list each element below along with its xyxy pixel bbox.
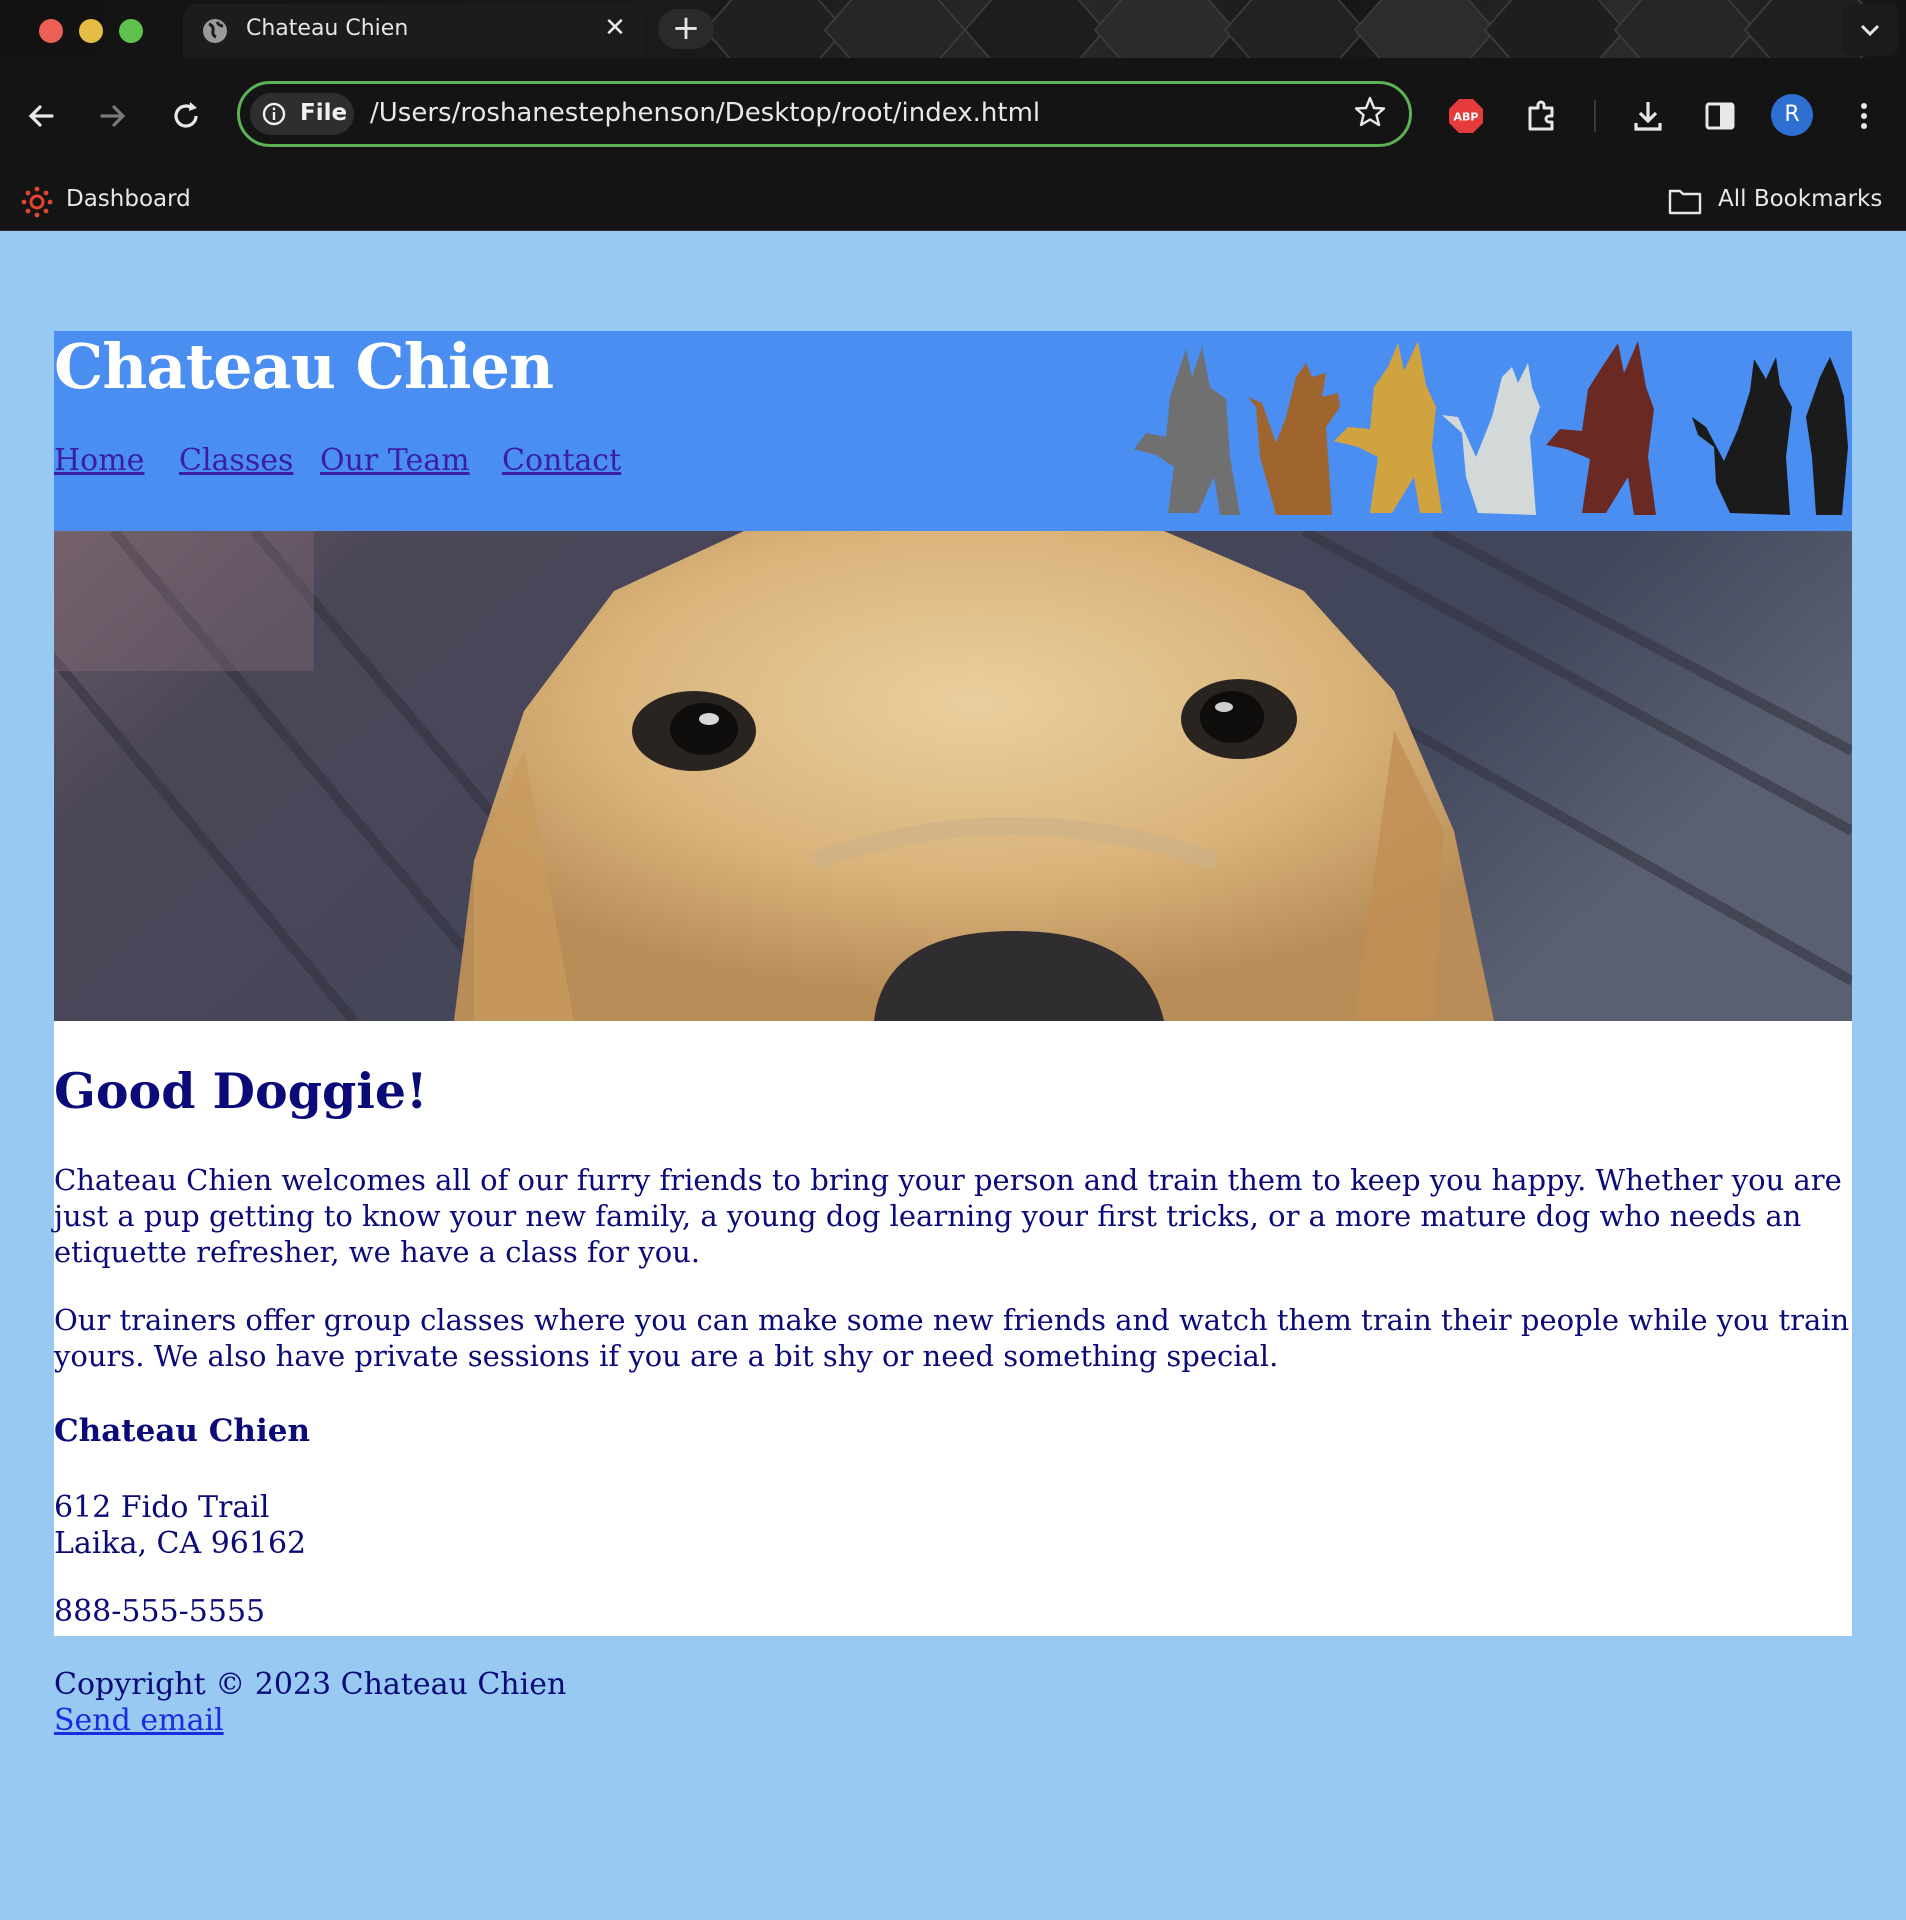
side-panel-icon[interactable]: [1700, 96, 1740, 136]
intro-paragraph: Chateau Chien welcomes all of our furry …: [54, 1163, 1842, 1269]
tab-active[interactable]: Chateau Chien ✕: [183, 4, 643, 58]
tab-strip: Chateau Chien ✕ +: [0, 0, 1906, 58]
dashboard-favicon-icon: [21, 186, 53, 218]
adblock-badge-label: ABP: [1454, 111, 1479, 124]
address-bar[interactable]: File /Users/roshanestephenson/Desktop/ro…: [237, 81, 1412, 147]
bookmarks-bar: Dashboard All Bookmarks: [0, 172, 1906, 231]
info-icon: [262, 102, 286, 126]
folder-icon: [1668, 189, 1702, 215]
nav-link-contact[interactable]: Contact: [502, 443, 621, 478]
new-tab-button[interactable]: +: [658, 9, 714, 49]
window-minimize-button[interactable]: [79, 19, 103, 43]
globe-icon: [203, 19, 227, 43]
main-heading: Good Doggie!: [54, 1062, 428, 1120]
nav-link-home[interactable]: Home: [54, 443, 144, 478]
address-city: Laika, CA 96162: [54, 1526, 307, 1561]
tab-title: Chateau Chien: [246, 16, 409, 41]
tab-close-icon[interactable]: ✕: [599, 12, 631, 44]
profile-avatar[interactable]: R: [1771, 94, 1813, 136]
footer-copyright: Copyright © 2023 Chateau Chien: [54, 1667, 567, 1702]
page-container: Chateau Chien Home Classes Our Team Cont…: [54, 331, 1852, 1636]
nav-link-our-team[interactable]: Our Team: [320, 443, 470, 478]
kebab-menu-icon[interactable]: [1844, 96, 1884, 136]
classes-paragraph: Our trainers offer group classes where y…: [54, 1303, 1850, 1373]
extensions-icon[interactable]: [1522, 96, 1562, 136]
address-street: 612 Fido Trail: [54, 1490, 270, 1525]
hero-dog-image: [54, 531, 1852, 1021]
forward-icon[interactable]: [92, 96, 132, 136]
download-icon[interactable]: [1628, 96, 1668, 136]
toolbar-divider: [1594, 100, 1596, 132]
url-text[interactable]: /Users/roshanestephenson/Desktop/root/in…: [370, 98, 1040, 128]
send-email-link[interactable]: Send email: [54, 1703, 224, 1738]
tabstrip-background-pattern: [703, 0, 1887, 58]
url-scheme-label: File: [300, 100, 348, 126]
window-close-button[interactable]: [39, 19, 63, 43]
back-icon[interactable]: [22, 96, 62, 136]
chevron-down-icon: [1860, 24, 1880, 37]
adblock-extension-icon[interactable]: ABP: [1448, 98, 1484, 134]
star-icon[interactable]: [1352, 94, 1388, 130]
site-header: Chateau Chien Home Classes Our Team Cont…: [54, 331, 1852, 531]
address-business-name: Chateau Chien: [54, 1413, 311, 1449]
bookmark-dashboard[interactable]: Dashboard: [66, 186, 191, 212]
site-info-chip[interactable]: File: [250, 93, 354, 135]
tab-search-button[interactable]: [1842, 4, 1898, 56]
bookmark-all-bookmarks[interactable]: All Bookmarks: [1718, 186, 1882, 212]
reload-icon[interactable]: [166, 96, 206, 136]
site-title: Chateau Chien: [54, 330, 554, 403]
window-zoom-button[interactable]: [119, 19, 143, 43]
pets-silhouette-banner: [1134, 341, 1848, 515]
nav-link-classes[interactable]: Classes: [179, 443, 293, 478]
address-phone: 888-555-5555: [54, 1594, 266, 1629]
